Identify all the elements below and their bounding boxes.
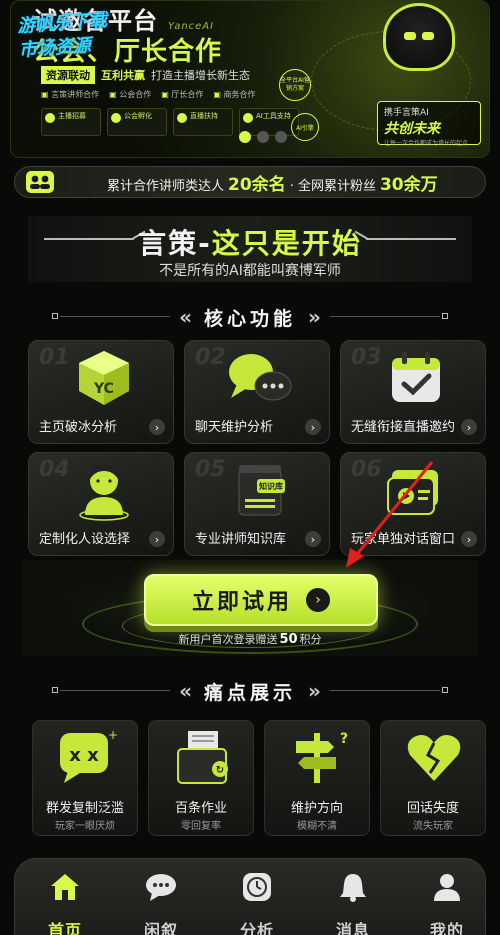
chevron-right-icon: › bbox=[149, 419, 165, 435]
robot-mascot-icon bbox=[383, 3, 455, 71]
tab-analysis[interactable]: 分析 bbox=[217, 865, 297, 935]
home-icon bbox=[46, 869, 84, 905]
signpost-question-icon: ? bbox=[283, 725, 353, 789]
banner-mini-card: 公会孵化 bbox=[107, 108, 167, 136]
intro-section: 言策-这只是开始 不是所有的AI都能叫赛博军师 bbox=[28, 216, 472, 282]
tab-profile[interactable]: 我的 bbox=[407, 865, 487, 935]
pain-card-direction[interactable]: ? 维护方向 模糊不清 bbox=[264, 720, 370, 836]
svg-text:x x: x x bbox=[69, 745, 99, 766]
side-badge: 全平台AI营销方案 bbox=[279, 69, 311, 101]
chevron-right-icon: › bbox=[149, 531, 165, 547]
banner-links: 言策讲师合作 公会合作 厅长合作 商务合作 bbox=[41, 89, 255, 100]
chevron-right-icon: › bbox=[461, 419, 477, 435]
red-annotation-arrow-icon bbox=[346, 461, 434, 568]
knowledge-server-icon: 知识库 bbox=[225, 457, 295, 523]
profile-icon bbox=[428, 869, 466, 905]
future-box: 携手言策AI 共创未来 让每一次合作都成为增长的起点 bbox=[377, 101, 481, 147]
section-title-core: 核心功能 bbox=[203, 307, 296, 330]
feature-card-live-invite[interactable]: 03 无缝衔接直播邀约 › bbox=[340, 340, 486, 444]
cube-logo-icon: YC bbox=[69, 345, 139, 411]
calendar-check-icon bbox=[381, 345, 451, 411]
broken-heart-icon bbox=[399, 725, 469, 789]
double-chevron-left-icon: « bbox=[179, 305, 192, 329]
feature-card-persona[interactable]: 04 定制化人设选择 › bbox=[28, 452, 174, 556]
tab-messages[interactable]: 消息 bbox=[313, 865, 393, 935]
try-now-button[interactable]: 立即试用 › bbox=[144, 574, 378, 626]
tab-chat[interactable]: 闲叙 bbox=[121, 865, 201, 935]
chevron-right-icon: › bbox=[461, 531, 477, 547]
intro-headline: 言策-这只是开始 bbox=[138, 227, 362, 260]
chat-bubbles-icon bbox=[225, 345, 295, 411]
double-chevron-right-icon: » bbox=[308, 679, 321, 703]
clock-icon bbox=[238, 869, 276, 905]
chevron-right-icon: › bbox=[306, 588, 330, 612]
banner-mini-card: 主播招募 bbox=[41, 108, 101, 136]
double-chevron-right-icon: » bbox=[308, 305, 321, 329]
bell-icon bbox=[334, 869, 372, 905]
side-badge-ai: AI引擎 bbox=[291, 113, 319, 141]
pain-card-homework[interactable]: ↻ 百条作业 零回复率 bbox=[148, 720, 254, 836]
section-header-pain: « 痛点展示 » bbox=[0, 677, 500, 705]
banner-link[interactable]: 商务合作 bbox=[213, 89, 255, 100]
tab-home[interactable]: 首页 bbox=[25, 865, 105, 935]
stats-mentor-count: 20余名 bbox=[228, 174, 286, 195]
carousel-dot[interactable] bbox=[239, 131, 251, 143]
people-group-icon bbox=[25, 171, 55, 193]
feature-card-chat-analysis[interactable]: 02 聊天维护分析 › bbox=[184, 340, 330, 444]
stats-label-fans: · 全网累计粉丝 bbox=[289, 178, 376, 194]
stats-label-mentors: 累计合作讲师类达人 bbox=[107, 178, 225, 194]
carousel-dots bbox=[239, 131, 287, 143]
svg-text:↻: ↻ bbox=[216, 765, 224, 776]
feature-card-knowledge-base[interactable]: 05 知识库 专业讲师知识库 › bbox=[184, 452, 330, 556]
svg-text:?: ? bbox=[340, 731, 348, 747]
double-chevron-left-icon: « bbox=[179, 679, 192, 703]
intro-subtitle: 不是所有的AI都能叫赛博军师 bbox=[159, 263, 341, 279]
dizzy-chat-icon: x x + bbox=[51, 725, 121, 789]
chat-icon bbox=[142, 869, 180, 905]
bottom-tab-bar: 首页 闲叙 分析 消息 我的 bbox=[14, 858, 486, 935]
carousel-dot[interactable] bbox=[257, 131, 269, 143]
svg-text:YC: YC bbox=[93, 381, 114, 397]
watermark-overlay: 游帆乐下载 市场资源 bbox=[16, 9, 108, 62]
chevron-right-icon: › bbox=[305, 419, 321, 435]
section-title-pain: 痛点展示 bbox=[203, 681, 296, 704]
persona-avatar-icon bbox=[69, 457, 139, 523]
chevron-right-icon: › bbox=[305, 531, 321, 547]
carousel-dot[interactable] bbox=[275, 131, 287, 143]
banner-mini-card: 直播扶持 bbox=[173, 108, 233, 136]
banner-tagline: 资源联动 互利共赢 打造主播增长新生态 bbox=[41, 66, 250, 84]
svg-text:知识库: 知识库 bbox=[259, 481, 283, 491]
stats-fan-count: 30余万 bbox=[379, 174, 438, 195]
paper-box-icon: ↻ bbox=[167, 725, 237, 789]
pain-card-spam[interactable]: x x + 群发复制泛滥 玩家一眼厌烦 bbox=[32, 720, 138, 836]
pain-card-reply[interactable]: 回话失度 流失玩家 bbox=[380, 720, 486, 836]
feature-card-profile-icebreak[interactable]: 01 YC 主页破冰分析 › bbox=[28, 340, 174, 444]
banner-link[interactable]: 公会合作 bbox=[109, 89, 151, 100]
banner-link[interactable]: 言策讲师合作 bbox=[41, 89, 99, 100]
banner-link[interactable]: 厅长合作 bbox=[161, 89, 203, 100]
section-header-core: « 核心功能 » bbox=[0, 303, 500, 331]
stats-bar: 累计合作讲师类达人 20余名 · 全网累计粉丝 30余万 bbox=[14, 166, 486, 198]
new-user-bonus-text: 新用户首次登录赠送 50 积分 bbox=[178, 632, 322, 647]
try-now-area: 立即试用 › 新用户首次登录赠送 50 积分 bbox=[22, 560, 478, 656]
svg-text:+: + bbox=[108, 728, 118, 742]
